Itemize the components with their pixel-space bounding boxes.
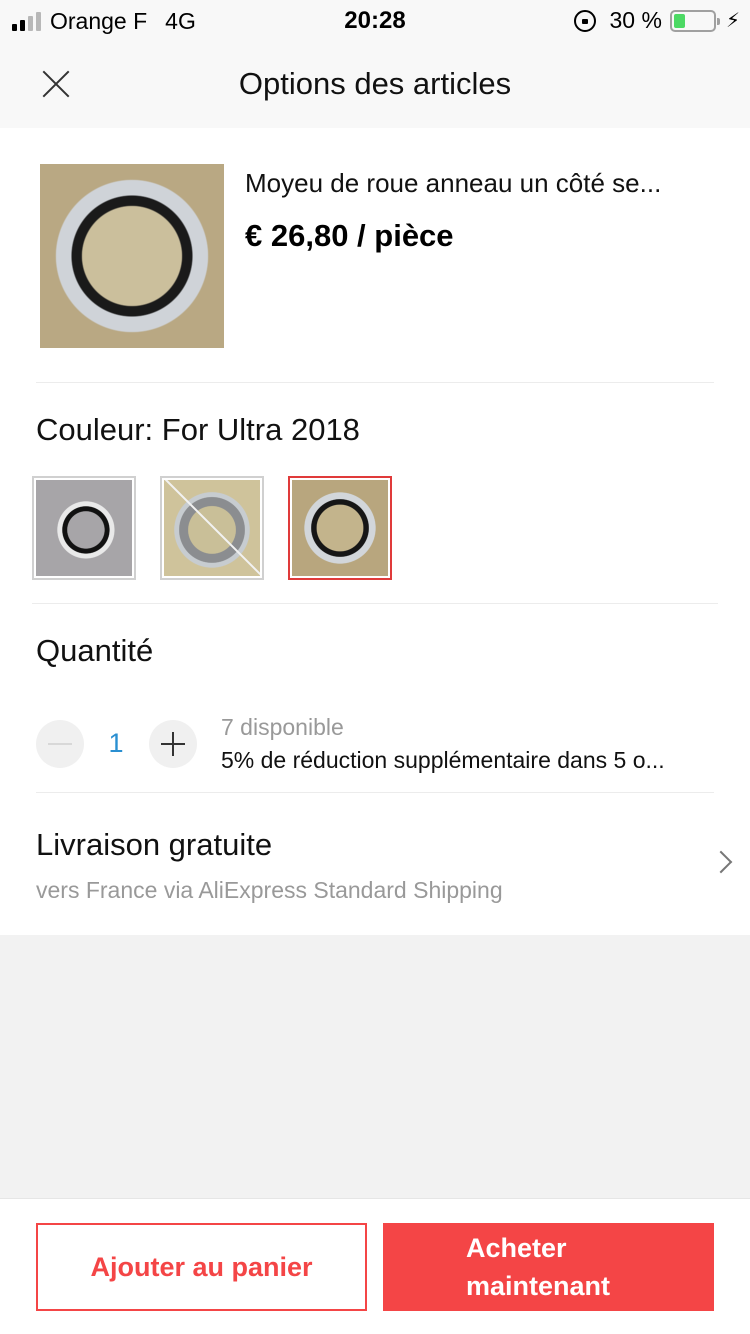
- orientation-lock-icon: [573, 9, 596, 32]
- color-option-2-unavailable[interactable]: [160, 476, 264, 580]
- color-option-3-selected[interactable]: [288, 476, 392, 580]
- options-sheet: Moyeu de roue anneau un côté se... € 26,…: [0, 128, 750, 935]
- color-option-image: [164, 480, 260, 576]
- color-label: Couleur: For Ultra 2018: [36, 412, 360, 447]
- chevron-right-icon: [709, 850, 733, 874]
- buy-now-button[interactable]: Acheter maintenant: [383, 1223, 714, 1311]
- page-title: Options des articles: [238, 66, 512, 101]
- color-option-image: [36, 480, 132, 576]
- charging-bolt-icon: ⚡: [725, 10, 740, 32]
- discount-notice: 5% de réduction supplémentaire dans 5 o.…: [221, 747, 665, 773]
- quantity-label: Quantité: [36, 633, 154, 668]
- product-title: Moyeu de roue anneau un côté se...: [245, 168, 662, 198]
- add-to-cart-button[interactable]: Ajouter au panier: [36, 1223, 367, 1311]
- bottom-action-bar: Ajouter au panier Acheter maintenant: [0, 1198, 750, 1334]
- color-option-1[interactable]: [32, 476, 136, 580]
- battery-icon: [669, 9, 720, 32]
- battery-percent: 30 %: [609, 7, 662, 33]
- divider: [32, 603, 718, 604]
- header: Options des articles: [0, 42, 750, 128]
- buy-now-label-line1: Acheter: [466, 1233, 567, 1263]
- quantity-increment-button[interactable]: [149, 720, 197, 768]
- shipping-row[interactable]: Livraison gratuite vers France via AliEx…: [0, 792, 750, 935]
- shipping-subtitle: vers France via AliExpress Standard Ship…: [36, 877, 503, 903]
- quantity-decrement-button[interactable]: [36, 720, 84, 768]
- buy-now-label-line2: maintenant: [466, 1271, 611, 1301]
- shipping-title: Livraison gratuite: [36, 827, 273, 862]
- color-option-image: [292, 480, 388, 576]
- product-price: € 26,80 / pièce: [245, 218, 454, 253]
- product-image: [40, 164, 224, 348]
- stock-available: 7 disponible: [221, 714, 344, 740]
- battery-fill: [673, 13, 686, 28]
- divider: [36, 382, 714, 383]
- status-right: 30 % ⚡: [573, 7, 740, 34]
- quantity-value[interactable]: 1: [100, 728, 132, 759]
- status-bar: Orange F 4G 20:28 30 % ⚡: [0, 0, 750, 42]
